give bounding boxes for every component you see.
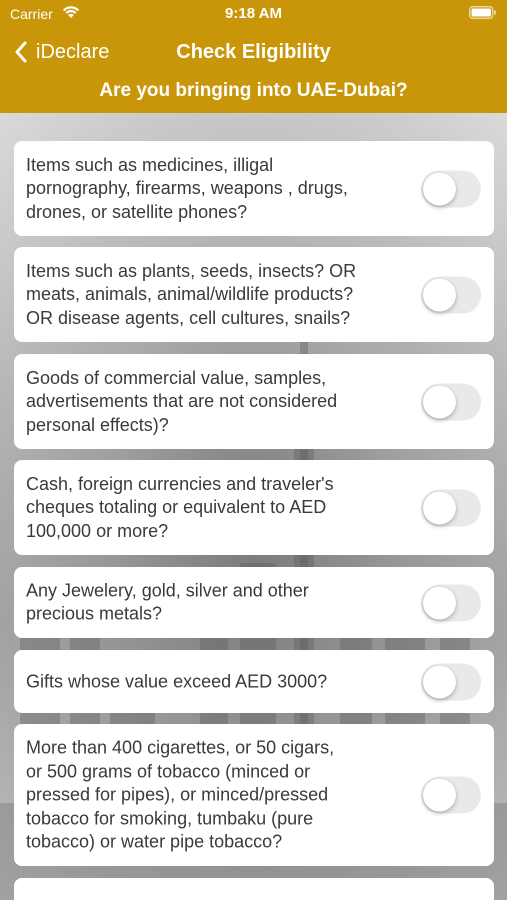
- toggle-knob: [423, 491, 456, 524]
- list-item: More than 400 cigarettes, or 50 cigars, …: [14, 724, 494, 866]
- header: Carrier 9:18 AM iDeclare Check Eligibili…: [0, 0, 507, 113]
- list-item: Any Jewelery, gold, silver and other pre…: [14, 567, 494, 638]
- toggle-knob: [423, 778, 456, 812]
- question-text: Any Jewelery, gold, silver and other pre…: [26, 580, 309, 624]
- question-toggle[interactable]: [421, 663, 481, 700]
- navigation-bar: iDeclare Check Eligibility: [0, 32, 507, 72]
- question-text: More than 400 cigarettes, or 50 cigars, …: [26, 737, 335, 852]
- question-text: Gifts whose value exceed AED 3000?: [26, 670, 328, 691]
- status-bar: Carrier 9:18 AM: [0, 0, 507, 28]
- toggle-knob: [423, 278, 456, 311]
- question-toggle[interactable]: [421, 489, 481, 526]
- question-text: Items such as medicines, illigal pornogr…: [26, 154, 348, 222]
- page-subtitle: Are you bringing into UAE-Dubai?: [99, 80, 408, 101]
- question-toggle[interactable]: [421, 170, 481, 207]
- question-text: Goods of commercial value, samples, adve…: [26, 367, 338, 435]
- status-time: 9:18 AM: [225, 5, 282, 22]
- list-item: Cash, foreign currencies and traveler's …: [14, 460, 494, 555]
- question-list[interactable]: Items such as medicines, illigal pornogr…: [0, 113, 507, 900]
- list-item: Items such as medicines, illigal pornogr…: [14, 141, 494, 236]
- question-text: Cash, foreign currencies and traveler's …: [26, 473, 334, 541]
- question-toggle[interactable]: [421, 584, 481, 621]
- list-item: Gifts whose value exceed AED 3000?: [14, 650, 494, 713]
- question-toggle[interactable]: [421, 276, 481, 313]
- toggle-knob: [423, 385, 456, 418]
- list-item: Goods of commercial value, samples, adve…: [14, 354, 494, 449]
- toggle-knob: [423, 586, 456, 619]
- toggle-knob: [423, 172, 456, 205]
- battery-icon: [469, 6, 496, 19]
- question-toggle[interactable]: [421, 383, 481, 420]
- list-item: Items such as plants, seeds, insects? OR…: [14, 247, 494, 342]
- page-title: Check Eligibility: [176, 41, 331, 63]
- toggle-knob: [423, 665, 456, 698]
- list-item: [14, 878, 494, 900]
- question-toggle[interactable]: [421, 776, 481, 814]
- question-text: Items such as plants, seeds, insects? OR…: [26, 260, 357, 328]
